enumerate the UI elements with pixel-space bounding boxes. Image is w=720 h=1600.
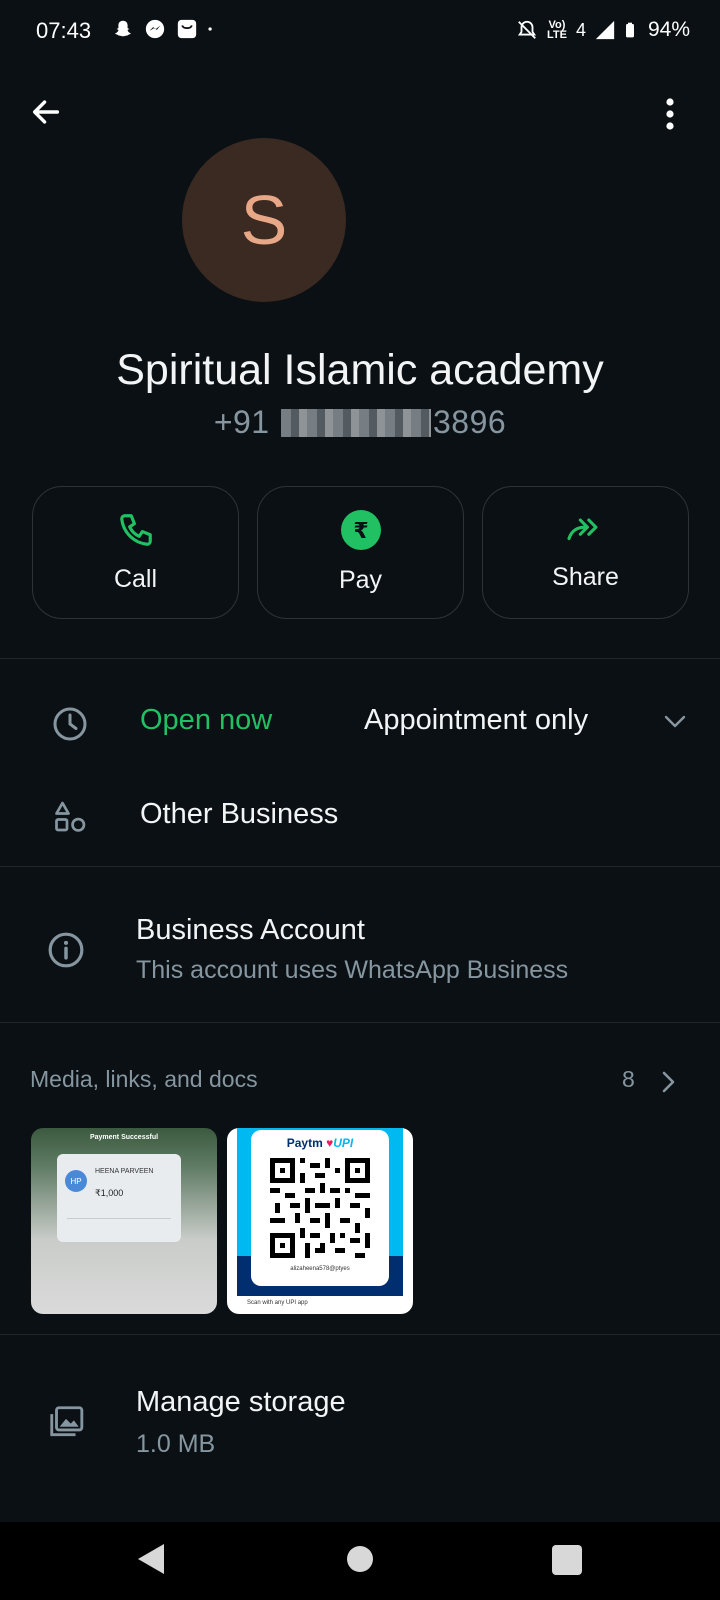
payment-amount: ₹1,000 — [95, 1188, 124, 1198]
more-options-button[interactable] — [650, 90, 690, 138]
status-right: Vo) LTE 4 94% — [516, 18, 690, 42]
action-buttons: Call ₹ Pay Share — [32, 486, 690, 619]
clock-icon — [50, 704, 90, 744]
payee-name: HEENA PARVEEN — [95, 1168, 154, 1175]
upi-id: alizaheena578@ptyes — [290, 1266, 350, 1272]
volte-icon: Vo) LTE — [546, 19, 567, 41]
manage-storage-title[interactable]: Manage storage — [136, 1386, 346, 1419]
pay-button[interactable]: ₹ Pay — [257, 486, 464, 619]
phone-icon — [119, 514, 152, 546]
shopping-bag-icon — [177, 19, 197, 39]
snapchat-icon — [114, 20, 132, 37]
forward-icon — [566, 518, 597, 541]
call-button[interactable]: Call — [32, 486, 239, 619]
contact-name: Spiritual Islamic academy — [116, 346, 604, 394]
business-account-subtitle: This account uses WhatsApp Business — [136, 956, 569, 984]
divider — [0, 1334, 720, 1335]
media-title[interactable]: Media, links, and docs — [30, 1066, 258, 1093]
info-icon — [46, 930, 86, 970]
qr-card: Paytm ♥UPI alizaheena578@ptyes — [251, 1130, 389, 1286]
divider — [0, 866, 720, 867]
manage-storage-size: 1.0 MB — [136, 1430, 216, 1458]
more-vert-icon — [666, 98, 674, 130]
media-thumbnail-payment[interactable]: Payment Successful HP HEENA PARVEEN ₹1,0… — [31, 1128, 217, 1314]
payment-actions — [67, 1218, 171, 1230]
hours-detail[interactable]: Appointment only — [364, 704, 588, 737]
phone-redacted — [280, 408, 431, 437]
qr-footer: Scan with any UPI app — [247, 1300, 308, 1306]
chevron-right-icon[interactable] — [660, 1070, 676, 1099]
payment-heading: Payment Successful — [89, 1134, 159, 1141]
back-button[interactable] — [22, 88, 70, 136]
upi-tag: UPI — [333, 1136, 354, 1150]
arrow-left-icon — [32, 100, 60, 124]
nav-home-icon[interactable] — [346, 1545, 374, 1573]
network-label: 4 — [575, 19, 586, 40]
share-button[interactable]: Share — [482, 486, 689, 619]
media-count[interactable]: 8 — [622, 1066, 635, 1093]
payee-avatar: HP — [65, 1170, 87, 1192]
chevron-down-icon[interactable] — [662, 712, 688, 735]
business-account-title[interactable]: Business Account — [136, 914, 365, 947]
payment-card: HP HEENA PARVEEN ₹1,000 — [57, 1154, 181, 1242]
media-thumbnail-qr[interactable]: Paytm ♥UPI alizaheena578@ptyes Scan with… — [227, 1128, 413, 1314]
svg-text:₹: ₹ — [353, 519, 368, 544]
divider — [0, 1022, 720, 1023]
hours-status: Open now — [140, 704, 273, 736]
status-bar: 07:43 Vo) LTE 4 94% — [0, 0, 720, 64]
qr-code-icon — [270, 1158, 370, 1258]
pay-label: Pay — [338, 566, 383, 594]
battery-icon — [625, 22, 634, 38]
signal-icon — [595, 20, 615, 40]
call-label: Call — [113, 565, 158, 593]
divider — [0, 658, 720, 659]
business-category: Other Business — [140, 798, 339, 830]
paytm-logo: Paytm ♥UPI — [286, 1136, 354, 1150]
nav-back-icon[interactable] — [136, 1542, 166, 1576]
nav-recents-icon[interactable] — [552, 1545, 582, 1575]
phone-suffix: 3896 — [432, 404, 507, 440]
system-nav-bar — [0, 1522, 720, 1600]
notification-icons — [112, 18, 218, 40]
storage-icon — [46, 1402, 86, 1442]
messenger-icon — [145, 19, 165, 39]
paytm-brand: Paytm — [286, 1136, 323, 1150]
status-time: 07:43 — [36, 18, 92, 43]
rupee-icon: ₹ — [340, 510, 381, 550]
phone-prefix: +91 — [213, 404, 270, 440]
shapes-icon — [50, 798, 90, 838]
bell-off-icon — [517, 20, 536, 39]
contact-phone: +91 3896 — [0, 404, 720, 441]
dot-icon — [208, 27, 212, 31]
share-label: Share — [552, 563, 619, 591]
avatar[interactable]: S — [182, 138, 346, 302]
battery-percent: 94% — [647, 18, 690, 41]
